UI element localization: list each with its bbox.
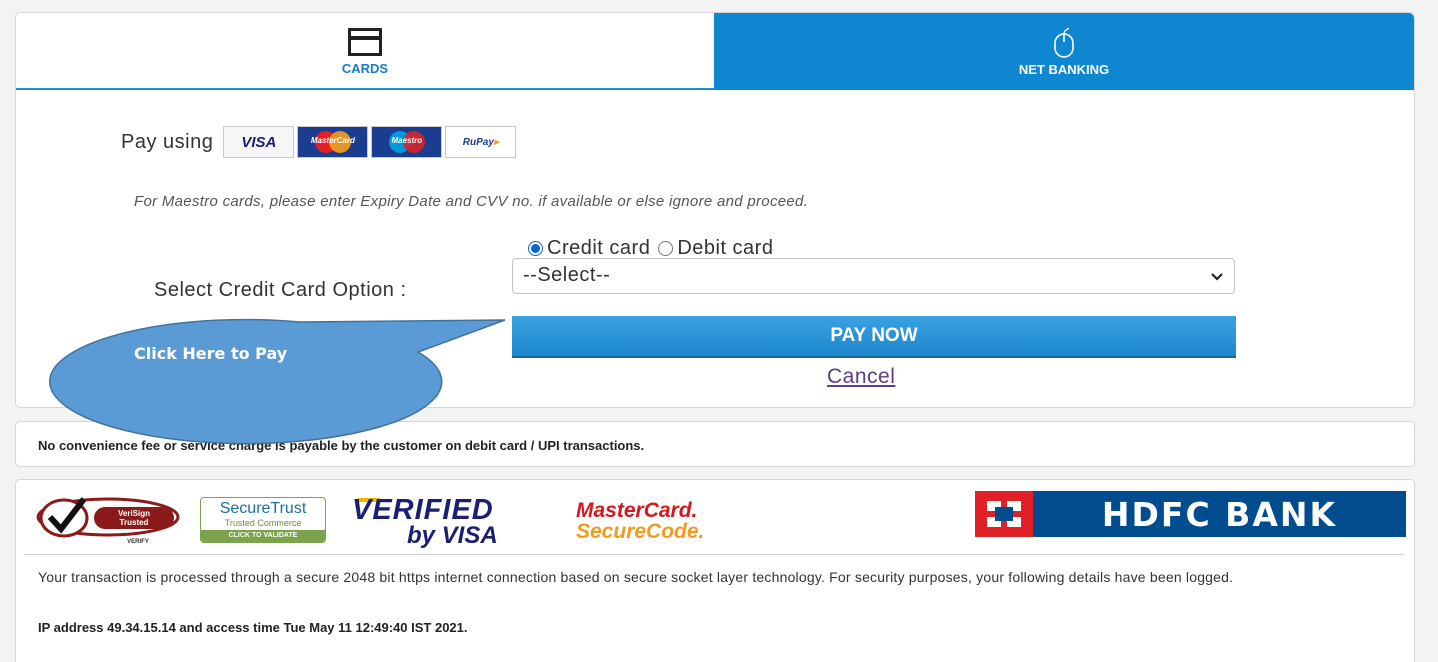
securetrust-title: SecureTrust	[219, 500, 307, 517]
credit-card-radio-label[interactable]: Credit card	[547, 237, 650, 260]
hdfc-mark-icon	[975, 491, 1033, 537]
credit-card-icon	[348, 25, 382, 59]
tab-cards-label: CARDS	[341, 61, 389, 76]
maestro-note: For Maestro cards, please enter Expiry D…	[134, 193, 809, 210]
hdfc-bank-text: HDFC BANK	[1101, 494, 1338, 534]
mastercard-logo: MasterCard	[297, 126, 369, 158]
mouse-icon	[1053, 26, 1075, 60]
mastercard-securecode-text-2: SecureCode.	[576, 520, 705, 543]
debit-card-radio[interactable]	[658, 241, 674, 256]
credit-card-radio[interactable]	[528, 241, 543, 256]
cancel-link[interactable]: Cancel	[827, 365, 895, 389]
select-card-option-label: Select Credit Card Option :	[154, 279, 407, 301]
chevron-down-icon	[1210, 267, 1224, 290]
footer-divider	[24, 554, 1404, 555]
security-footer: VeriSign Trusted VERIFY SecureTrust Trus…	[15, 479, 1415, 662]
hdfc-bank-logo: HDFC BANK	[975, 491, 1406, 537]
maestro-logo-text: Maestro	[391, 136, 423, 145]
visa-logo: VISA	[223, 126, 295, 158]
payment-tabs: CARDS NET BANKING	[16, 13, 1414, 90]
verified-by-visa-text-2: by VISA	[407, 522, 498, 549]
rupay-logo: RuPay ▸	[445, 126, 517, 158]
pay-now-label: PAY NOW	[830, 325, 918, 346]
visa-logo-text: VISA	[241, 133, 277, 151]
maestro-logo: Maestro	[371, 126, 443, 158]
securetrust-validate: CLICK TO VALIDATE	[201, 530, 325, 542]
verisign-text-3: VERIFY	[127, 539, 149, 545]
card-option-select-value: --Select--	[523, 264, 611, 286]
callout-text: Click Here to Pay	[134, 344, 288, 363]
mastercard-securecode-logo: MasterCard. SecureCode.	[576, 500, 746, 544]
tab-net-banking-label: NET BANKING	[1018, 62, 1110, 77]
tab-cards[interactable]: CARDS	[16, 13, 714, 90]
security-notice: Your transaction is processed through a …	[38, 569, 1234, 585]
pay-using-label: Pay using	[121, 130, 214, 153]
fee-notice-panel: No convenience fee or service charge is …	[15, 421, 1415, 467]
tab-net-banking[interactable]: NET BANKING	[714, 13, 1414, 90]
verisign-seal[interactable]: VeriSign Trusted VERIFY	[34, 493, 184, 550]
mastercard-securecode-text-1: MasterCard.	[576, 499, 698, 522]
verisign-text-2: Trusted	[120, 518, 149, 527]
card-option-select[interactable]: --Select--	[512, 258, 1235, 294]
verified-by-visa-logo: VERIFIED by VISA	[352, 494, 522, 549]
securetrust-seal[interactable]: SecureTrust Trusted Commerce CLICK TO VA…	[200, 497, 326, 543]
debit-card-radio-label[interactable]: Debit card	[677, 237, 773, 260]
securetrust-subtitle: Trusted Commerce	[224, 518, 302, 528]
verisign-text-1: VeriSign	[118, 509, 150, 518]
pay-now-button[interactable]: PAY NOW	[512, 316, 1236, 358]
mastercard-logo-text: MasterCard	[310, 136, 355, 145]
pay-using-row: Pay using VISA MasterCard Maestro RuPay …	[121, 126, 519, 158]
card-type-radio-group: Credit card Debit card	[528, 237, 781, 260]
rupay-logo-text: RuPay	[462, 136, 494, 148]
trust-logos: VeriSign Trusted VERIFY SecureTrust Trus…	[16, 480, 1414, 554]
ip-access-info: IP address 49.34.15.14 and access time T…	[38, 620, 468, 635]
fee-notice-text: No convenience fee or service charge is …	[38, 438, 645, 453]
